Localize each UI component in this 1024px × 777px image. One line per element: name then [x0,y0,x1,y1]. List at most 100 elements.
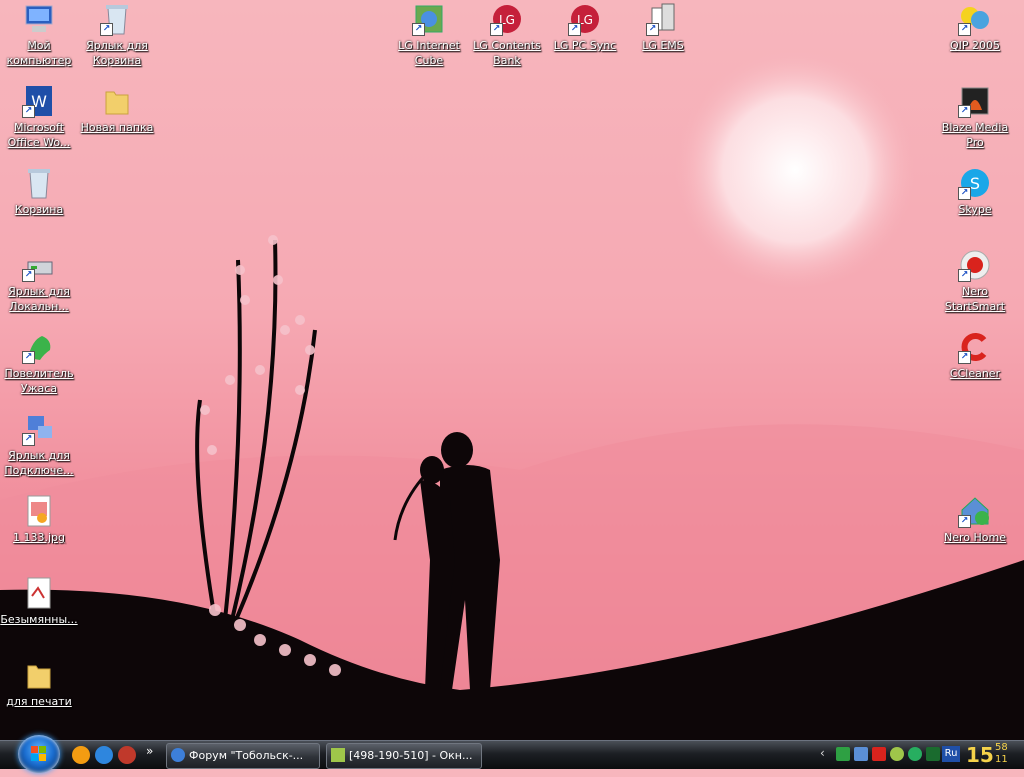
opera-icon[interactable] [118,746,136,764]
desktop-icon-jpg-file[interactable]: 1 133.jpg [0,494,78,545]
nero-home-icon: ↗ [958,494,992,528]
image-file-icon [22,576,56,610]
desktop-icon-label: LG Contents Bank [473,39,541,67]
jpg-file-icon [22,494,56,528]
taskbar-window-label: Форум "Тобольск-... [189,749,304,762]
dragon-icon: ↗ [22,330,56,364]
recycle-bin-icon [22,166,56,200]
shortcut-arrow-icon: ↗ [646,23,659,36]
desktop-icon-label: Ярлык для Локальн... [8,285,70,313]
nero-icon: ↗ [958,248,992,282]
tray-expand-icon[interactable]: ‹ [820,746,825,760]
desktop-icon-lg-internet-cube[interactable]: ↗ LG Internet Cube [390,2,468,68]
taskbar-window-label: [498-190-510] - Окн... [349,749,473,762]
desktop-icon-label: CCleaner [949,367,1001,380]
computer-icon [22,2,56,36]
desktop-icon-label: Blaze Media Pro [941,121,1009,149]
blaze-media-icon: ↗ [958,84,992,118]
folder-icon [100,84,134,118]
mail-agent-icon[interactable] [72,746,90,764]
taskbar: » Форум "Тобольск-... [498-190-510] - Ок… [0,735,1024,773]
desktop-icon-dragon-game[interactable]: ↗ Повелитель Ужаса [0,330,78,396]
desktop-icon-nero-home[interactable]: ↗ Nero Home [936,494,1014,545]
icq-icon[interactable] [890,747,904,761]
taskbar-window-forum[interactable]: Форум "Тобольск-... [166,743,320,769]
folder-icon [22,658,56,692]
qip-icon: ↗ [958,2,992,36]
desktop-icon-recycle-shortcut[interactable]: ↗ Ярлык для Корзина [78,2,156,68]
desktop-icon-blaze-media-pro[interactable]: ↗ Blaze Media Pro [936,84,1014,150]
desktop-icon-word-shortcut[interactable]: W ↗ Microsoft Office Wo... [0,84,78,150]
ie-icon [171,748,185,762]
tray-app-icon[interactable] [836,747,850,761]
skype-icon: S ↗ [958,166,992,200]
clock-minutes-secondary: 11 [995,754,1008,765]
desktop-icon-label: Корзина [14,203,64,216]
desktop-icon-untitled-image[interactable]: Безымянны... [0,576,78,627]
desktop-icon-label: LG Internet Cube [398,39,460,67]
desktop-icon-label: Ярлык для Корзина [86,39,148,67]
recycle-bin-shortcut-icon: ↗ [100,2,134,36]
desktop-icon-new-folder[interactable]: Новая папка [78,84,156,135]
lg-logo-icon: LG ↗ [568,2,602,36]
shortcut-arrow-icon: ↗ [568,23,581,36]
chat-window-icon [331,748,345,762]
clock-hour[interactable]: 15 [966,743,994,767]
desktop-icon-label: Nero Home [944,531,1006,544]
desktop-icon-label: LG EMS [642,39,684,52]
shortcut-arrow-icon: ↗ [958,23,971,36]
desktop-icon-connection-shortcut[interactable]: ↗ Ярлык для Подключе... [0,412,78,478]
lg-internet-cube-icon: ↗ [412,2,446,36]
shortcut-arrow-icon: ↗ [958,351,971,364]
word-icon: W ↗ [22,84,56,118]
desktop-icon-nero-startsmart[interactable]: ↗ Nero StartSmart [936,248,1014,314]
ccleaner-icon: ↗ [958,330,992,364]
shortcut-arrow-icon: ↗ [22,269,35,282]
desktop-icon-recycle-bin[interactable]: Корзина [0,166,78,217]
desktop-icon-lg-ems[interactable]: ↗ LG EMS [624,2,702,53]
desktop-icon-lg-pc-sync[interactable]: LG ↗ LG PC Sync [546,2,624,53]
tray-green-icon[interactable] [908,747,922,761]
tray-signal-icon[interactable] [926,747,940,761]
lg-ems-icon: ↗ [646,2,680,36]
desktop-icon-label: LG PC Sync [553,39,617,52]
desktop-icon-label: для печати [6,695,72,708]
lg-logo-icon: LG ↗ [490,2,524,36]
language-indicator[interactable]: Ru [942,746,960,762]
network-quicklaunch-icon[interactable] [95,746,113,764]
desktop-icon-qip[interactable]: ↗ QIP 2005 [936,2,1014,53]
shortcut-arrow-icon: ↗ [958,105,971,118]
desktop-icon-local-shortcut[interactable]: ↗ Ярлык для Локальн... [0,248,78,314]
quicklaunch-chevron-icon[interactable]: » [146,744,153,758]
desktop-icon-ccleaner[interactable]: ↗ CCleaner [936,330,1014,381]
sun [675,50,915,290]
desktop-icon-label: Microsoft Office Wo... [7,121,71,149]
windows-logo-icon [31,746,46,761]
shortcut-arrow-icon: ↗ [958,269,971,282]
shortcut-arrow-icon: ↗ [22,433,35,446]
tray-network-icon[interactable] [854,747,868,761]
shortcut-arrow-icon: ↗ [958,515,971,528]
desktop-icon-lg-contents-bank[interactable]: LG ↗ LG Contents Bank [468,2,546,68]
network-connection-icon: ↗ [22,412,56,446]
shortcut-arrow-icon: ↗ [490,23,503,36]
kaspersky-icon[interactable] [872,747,886,761]
desktop-icon-label: QIP 2005 [949,39,1001,52]
desktop-icon-label: Nero StartSmart [944,285,1006,313]
svg-text:S: S [970,174,980,193]
desktop-icon-print-folder[interactable]: для печати [0,658,78,709]
desktop-icon-skype[interactable]: S ↗ Skype [936,166,1014,217]
shortcut-arrow-icon: ↗ [100,23,113,36]
desktop-icon-label: Безымянны... [0,613,78,626]
desktop-icon-label: Ярлык для Подключе... [4,449,74,477]
shortcut-arrow-icon: ↗ [412,23,425,36]
shortcut-arrow-icon: ↗ [22,105,35,118]
desktop-icon-my-computer[interactable]: Мой компьютер [0,2,78,68]
taskbar-window-chat[interactable]: [498-190-510] - Окн... [326,743,482,769]
start-button[interactable] [18,735,60,773]
clock-minutes: 58 [995,742,1008,753]
desktop-icon-label: 1 133.jpg [12,531,65,544]
shortcut-arrow-icon: ↗ [958,187,971,200]
desktop-icon-label: Мой компьютер [6,39,72,67]
desktop-icon-label: Новая папка [80,121,154,134]
